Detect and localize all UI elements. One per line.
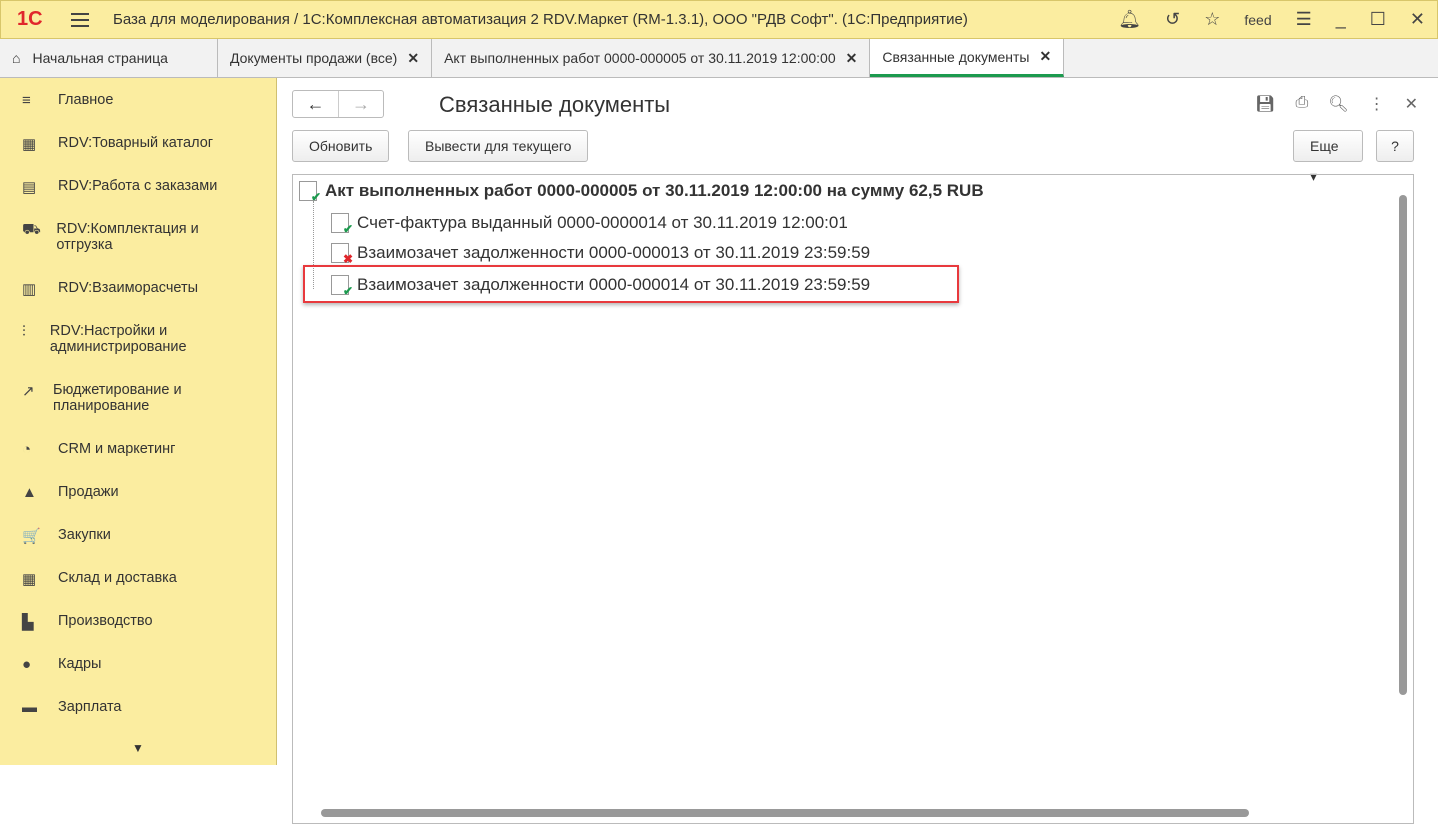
row-label: Взаимозачет задолженности 0000-000013 от…	[357, 243, 871, 262]
more-label: Еще	[1310, 138, 1339, 154]
horizontal-scrollbar[interactable]	[321, 809, 1249, 817]
section-icon: ⛟	[22, 221, 41, 238]
close-icon[interactable]: ✕	[1410, 9, 1425, 30]
section-icon: ≡	[22, 92, 31, 109]
sidebar-item-label: RDV:Взаиморасчеты	[58, 280, 199, 296]
row-label: Акт выполненных работ 0000-000005 от 30.…	[325, 181, 984, 200]
sidebar-item-label: Зарплата	[58, 699, 122, 715]
highlight-box	[303, 265, 959, 303]
sidebar-item-label: Производство	[58, 613, 153, 629]
section-icon: ▲	[22, 484, 37, 501]
window-title: База для моделирования / 1С:Комплексная …	[113, 11, 968, 28]
row-label: Счет-фактура выданный 0000-0000014 от 30…	[357, 213, 848, 232]
sidebar-item-label: RDV:Комплектация и отгрузка	[56, 221, 199, 253]
sidebar-item[interactable]: ▦ Склад и доставка	[0, 570, 250, 588]
tab-label: Документы продажи (все)	[230, 50, 398, 66]
section-icon: 🛒	[22, 528, 41, 545]
scroll-down-icon[interactable]: ▼	[132, 741, 144, 755]
section-icon: ●	[22, 656, 32, 673]
sidebar-item[interactable]: ⫶ RDV:Настройки и администрирование	[0, 323, 250, 355]
tree-row[interactable]: ✖ Взаимозачет задолженности 0000-000013 о…	[331, 243, 871, 266]
tree-row-root[interactable]: ✔ Акт выполненных работ 0000-000005 от 30…	[299, 181, 984, 204]
settings-menu-icon[interactable]: ☰	[1296, 9, 1312, 30]
tree-row[interactable]: ✔ Счет-фактура выданный 0000-0000014 от 3…	[331, 213, 848, 236]
section-icon: ▥	[22, 281, 37, 298]
sidebar-item[interactable]: ≡ Главное	[0, 92, 250, 109]
documents-tree[interactable]: ✔ Акт выполненных работ 0000-000005 от 30…	[292, 174, 1414, 824]
history-icon[interactable]: ↺	[1165, 9, 1180, 30]
tab-label: Акт выполненных работ 0000-000005 от 30.…	[444, 50, 836, 66]
section-icon: ▤	[22, 179, 37, 196]
section-icon: ▬	[22, 699, 37, 716]
home-icon: ⌂	[12, 50, 21, 66]
preview-icon[interactable]: 🔍︎	[1328, 94, 1348, 114]
sidebar-item[interactable]: ▲ Продажи	[0, 484, 250, 501]
more-vert-icon[interactable]: ⋮	[1369, 94, 1385, 114]
forward-button[interactable]: →	[338, 91, 383, 117]
sidebar-item-label: RDV:Товарный каталог	[58, 135, 214, 151]
document-posted-icon: ✔	[331, 213, 353, 236]
sidebar-item[interactable]: ▥ RDV:Взаиморасчеты	[0, 280, 250, 298]
section-icon: ▦	[22, 571, 37, 588]
sidebar-item[interactable]: ⛟ RDV:Комплектация и отгрузка	[0, 221, 250, 253]
vertical-scrollbar[interactable]	[1399, 195, 1407, 695]
main-panel: ← → Связанные документы 💾︎ ⎙ 🔍︎ ⋮ ✕ Обновить …	[278, 78, 1438, 824]
sidebar-item-label: Закупки	[58, 527, 111, 543]
close-icon[interactable]: ✕	[846, 50, 858, 67]
user-name[interactable]: feed	[1244, 12, 1271, 28]
sidebar-item-label: RDV:Работа с заказами	[58, 178, 218, 194]
back-button[interactable]: ←	[293, 91, 338, 117]
sidebar: ≡ Главное ▦ RDV:Товарный каталог ▤ RDV:Работа…	[0, 78, 277, 765]
sidebar-item[interactable]: ↗ Бюджетирование и планирование	[0, 382, 250, 414]
page-title: Связанные документы	[439, 92, 671, 117]
sidebar-item[interactable]: ▙ Производство	[0, 613, 250, 631]
document-deleted-icon: ✖	[331, 243, 353, 266]
sidebar-item[interactable]: ▦ RDV:Товарный каталог	[0, 135, 250, 153]
document-posted-icon: ✔	[299, 181, 321, 204]
tab-related-docs[interactable]: Связанные документы ✕	[870, 39, 1065, 77]
more-button[interactable]: Еще ▾	[1293, 130, 1363, 184]
help-button[interactable]: ?	[1376, 130, 1414, 162]
maximize-icon[interactable]: ☐	[1370, 9, 1386, 30]
sidebar-item-label: Главное	[58, 92, 114, 108]
sidebar-item-label: Продажи	[58, 484, 119, 500]
nav-buttons: ← →	[292, 90, 384, 118]
section-icon: ▙	[22, 614, 34, 631]
star-icon[interactable]: ☆	[1204, 9, 1220, 30]
close-icon[interactable]: ✕	[407, 50, 419, 67]
tab-label: Начальная страница	[32, 50, 168, 66]
refresh-button[interactable]: Обновить	[292, 130, 390, 162]
bell-icon[interactable]: 🔔︎	[1118, 9, 1141, 30]
tab-bar: ⌂ Начальная страница Документы продажи (в…	[0, 39, 1438, 78]
tab-label: Связанные документы	[882, 48, 1030, 65]
show-current-button[interactable]: Вывести для текущего	[408, 130, 589, 162]
sidebar-item-label: RDV:Настройки и администрирование	[49, 323, 187, 355]
tab-act[interactable]: Акт выполненных работ 0000-000005 от 30.…	[432, 39, 871, 77]
sidebar-item[interactable]: ◔ CRM и маркетинг	[0, 441, 250, 458]
sidebar-item[interactable]: 🛒 Закупки	[0, 527, 250, 545]
print-icon[interactable]: ⎙	[1295, 94, 1308, 114]
close-form-icon[interactable]: ✕	[1405, 94, 1418, 114]
sidebar-item[interactable]: ▤ RDV:Работа с заказами	[0, 178, 250, 196]
sidebar-item-label: Бюджетирование и планирование	[52, 382, 182, 414]
close-icon[interactable]: ✕	[1039, 48, 1051, 65]
tab-sales-docs[interactable]: Документы продажи (все) ✕	[218, 39, 433, 77]
minimize-icon[interactable]: _	[1336, 9, 1346, 30]
sidebar-item-label: Кадры	[58, 656, 102, 672]
sidebar-item-label: CRM и маркетинг	[58, 441, 176, 457]
1c-logo: 1С	[17, 8, 43, 30]
tab-home[interactable]: ⌂ Начальная страница	[0, 39, 218, 77]
sidebar-item-label: Склад и доставка	[58, 570, 177, 586]
section-icon: ◔	[22, 441, 32, 458]
section-icon: ▦	[22, 136, 37, 153]
sidebar-item[interactable]: ▬ Зарплата	[0, 699, 250, 716]
section-icon: ⫶	[22, 323, 26, 340]
title-bar: 1С База для моделирования / 1С:Комплексн…	[0, 0, 1438, 39]
save-icon[interactable]: 💾︎	[1255, 94, 1275, 114]
sidebar-item[interactable]: ● Кадры	[0, 656, 250, 673]
section-icon: ↗	[22, 383, 35, 400]
menu-icon[interactable]	[71, 9, 89, 31]
